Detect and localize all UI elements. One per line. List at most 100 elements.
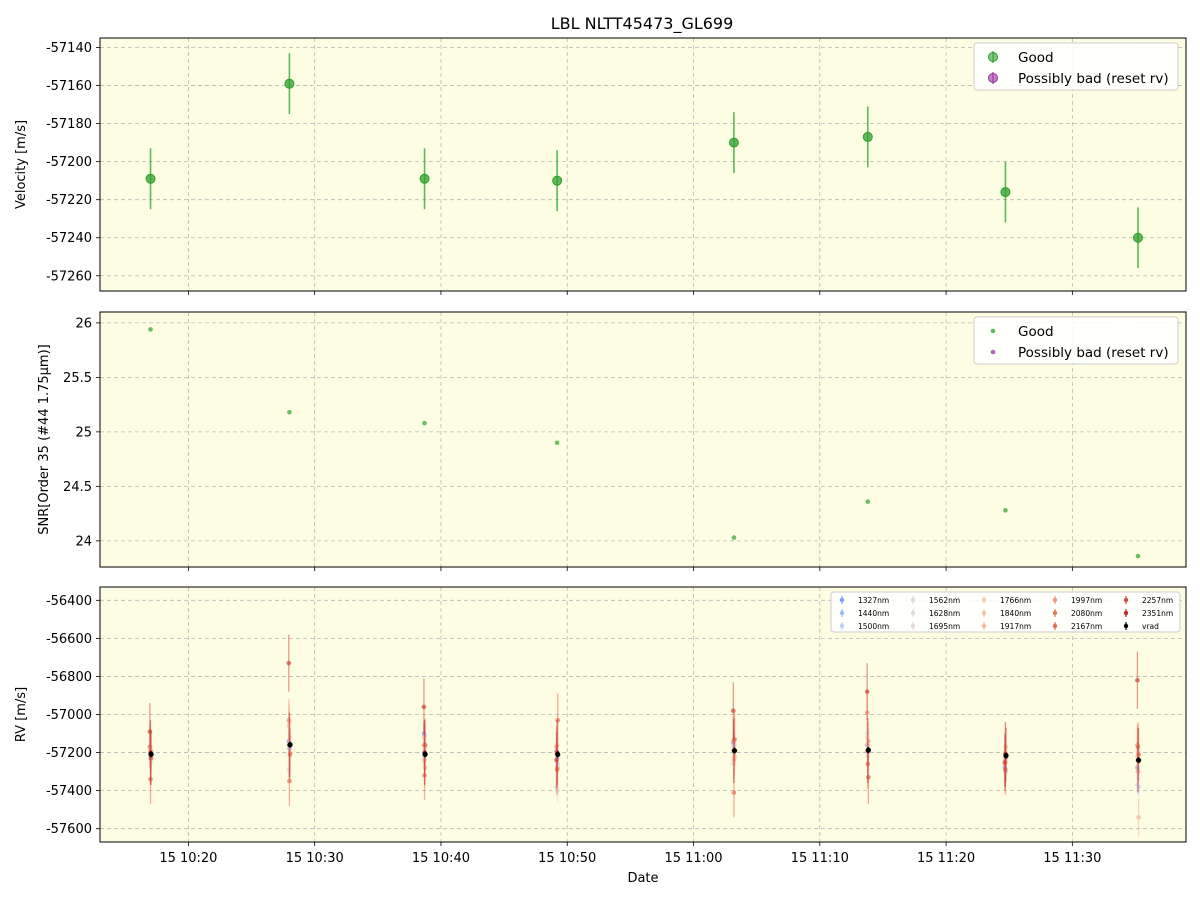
legend-marker — [981, 623, 987, 629]
legend-label: Good — [1018, 324, 1054, 340]
legend-marker — [990, 328, 996, 334]
data-point — [728, 137, 739, 148]
data-point — [862, 131, 873, 142]
y-tick-label: -57220 — [46, 193, 92, 208]
legend-label: Possibly bad (reset rv) — [1018, 345, 1169, 361]
legend-marker — [839, 623, 845, 629]
legend-marker — [1052, 597, 1058, 603]
legend-marker — [910, 623, 916, 629]
legend-label: 1695nm — [929, 622, 960, 631]
legend-label: 1917nm — [1000, 622, 1031, 631]
legend-marker — [1123, 597, 1129, 603]
data-point — [148, 751, 154, 757]
data-point — [287, 742, 293, 748]
x-axis-label: Date — [627, 871, 658, 886]
y-tick-label: -57260 — [46, 269, 92, 284]
data-point — [1003, 753, 1009, 759]
data-point — [148, 327, 153, 332]
legend-label: 2257nm — [1142, 596, 1173, 605]
legend-marker — [1052, 610, 1058, 616]
legend-marker — [910, 597, 916, 603]
data-point — [284, 78, 295, 89]
legend-marker — [990, 349, 996, 355]
y-tick-label: -57200 — [46, 155, 92, 170]
y-tick-label: -57000 — [46, 708, 92, 723]
x-tick-label: 15 10:20 — [159, 851, 217, 866]
y-tick-label: -57180 — [46, 117, 92, 132]
legend-label: 1440nm — [858, 609, 889, 618]
y-tick-label: -57160 — [46, 79, 92, 94]
legend-label: 2351nm — [1142, 609, 1173, 618]
x-tick-label: 15 11:30 — [1043, 851, 1101, 866]
legend-marker — [839, 610, 845, 616]
legend-marker — [1052, 623, 1058, 629]
y-axis-label: RV [m/s] — [14, 687, 29, 742]
legend-label: Possibly bad (reset rv) — [1018, 71, 1169, 87]
y-tick-label: 26 — [75, 316, 92, 331]
x-tick-label: 15 10:50 — [538, 851, 596, 866]
figure: LBL NLTT45473_GL699 -57140-57160-57180-5… — [14, 14, 1187, 886]
data-point — [1135, 677, 1140, 683]
legend-marker — [988, 73, 998, 83]
y-tick-label: 25.5 — [63, 371, 92, 386]
data-point — [731, 708, 736, 713]
data-point — [1000, 187, 1011, 198]
legend-marker — [839, 597, 845, 603]
data-point — [555, 751, 561, 758]
y-tick-label: -56800 — [46, 670, 92, 685]
legend-label: 1997nm — [1071, 596, 1102, 605]
legend-label: 1766nm — [1000, 596, 1031, 605]
y-tick-label: -56400 — [46, 594, 92, 609]
data-point — [1136, 814, 1141, 820]
legend-marker — [910, 610, 916, 616]
x-tick-label: 15 10:30 — [286, 851, 344, 866]
data-point — [1136, 757, 1142, 763]
data-point — [865, 499, 871, 504]
y-axis-label: Velocity [m/s] — [14, 120, 29, 209]
rv-panel: -56400 -56600 -56800 -57000 -57200 -57400 -576… — [14, 586, 1187, 886]
y-tick-label: 24 — [75, 534, 92, 549]
data-point — [865, 747, 871, 753]
legend-label: 1327nm — [858, 596, 889, 605]
data-point — [421, 704, 427, 710]
y-tick-label: -57600 — [46, 822, 92, 837]
legend-label: 2080nm — [1071, 609, 1102, 618]
y-tick-label: 24.5 — [63, 480, 92, 495]
data-point — [287, 409, 292, 415]
data-point — [864, 689, 870, 694]
x-tick-label: 15 11:20 — [917, 851, 975, 866]
x-tick-label: 15 11:00 — [664, 851, 722, 866]
legend-marker — [1123, 610, 1129, 616]
data-point — [1133, 232, 1144, 243]
x-tick-label: 15 10:40 — [412, 851, 470, 866]
chart-title: LBL NLTT45473_GL699 — [551, 14, 734, 34]
legend-label: 1628nm — [929, 609, 960, 618]
y-tick-label: -56600 — [46, 632, 92, 647]
legend-label: 1562nm — [929, 596, 960, 605]
data-point — [422, 420, 427, 426]
data-point — [731, 535, 737, 540]
snr-panel: 24 24.5 25 25.5 26 SNR[Order 35 (#44 1.75μm)]… — [37, 311, 1187, 571]
data-point — [554, 440, 560, 446]
legend-marker — [1123, 623, 1129, 629]
velocity-panel: -57140 -57160 -57180 -57200 -57220 -57240 -572… — [14, 37, 1187, 295]
y-axis-label: SNR[Order 35 (#44 1.75μm)] — [37, 344, 52, 535]
data-point — [731, 790, 737, 795]
data-point — [1135, 553, 1141, 559]
y-tick-label: 25 — [75, 425, 92, 440]
legend-label: vrad — [1142, 622, 1159, 631]
legend-label: 2167nm — [1071, 622, 1102, 631]
data-point — [422, 751, 428, 757]
legend-label: Good — [1018, 50, 1054, 66]
data-point — [1003, 508, 1008, 513]
y-tick-label: -57200 — [46, 746, 92, 761]
legend-label: 1840nm — [1000, 609, 1031, 618]
legend-marker — [981, 597, 987, 603]
data-point — [419, 173, 430, 184]
data-point — [145, 173, 156, 184]
legend-marker — [981, 610, 987, 616]
y-tick-label: -57140 — [46, 41, 92, 56]
x-tick-label: 15 11:10 — [791, 851, 849, 866]
legend-marker — [988, 52, 998, 62]
y-tick-label: -57240 — [46, 231, 92, 246]
